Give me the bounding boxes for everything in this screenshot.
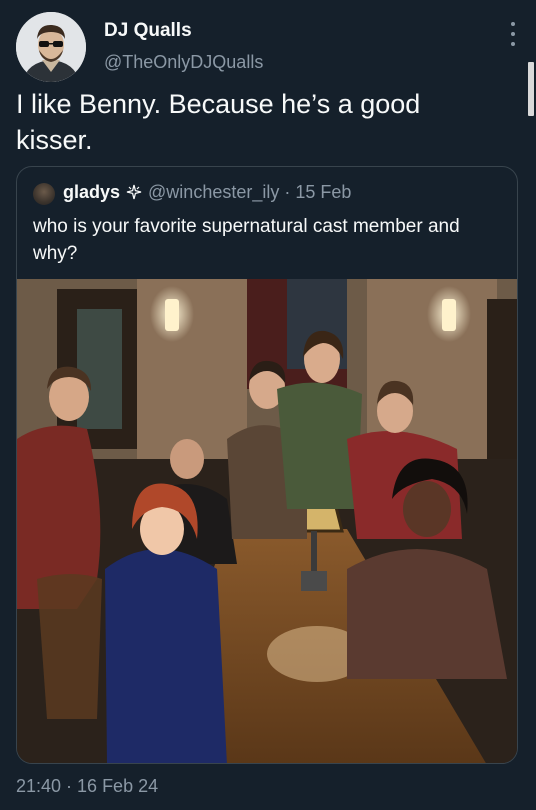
author-name[interactable]: DJ Qualls	[104, 20, 192, 42]
tweet-text: I like Benny. Because he’s a good kisser…	[16, 89, 421, 155]
quoted-tweet-text: who is your favorite supernatural cast m…	[33, 216, 460, 264]
author-handle[interactable]: @TheOnlyDJQualls	[104, 52, 263, 73]
sparkle-badge-icon	[126, 184, 142, 200]
scrollbar-thumb[interactable]	[528, 62, 534, 116]
quoted-header: gladys @winchester_ily · 15 Feb	[63, 182, 351, 203]
author-avatar[interactable]	[16, 12, 86, 82]
more-dot	[511, 32, 515, 36]
quoted-author-name[interactable]: gladys	[63, 182, 120, 202]
more-dot	[511, 42, 515, 46]
quoted-avatar[interactable]	[33, 183, 55, 205]
more-options-icon[interactable]	[510, 22, 516, 46]
quoted-tweet-card[interactable]: gladys @winchester_ily · 15 Feb who is yo…	[16, 166, 518, 764]
cast-photo[interactable]	[17, 279, 517, 764]
tweet-timestamp[interactable]: 21:40 · 16 Feb 24	[16, 776, 158, 797]
more-dot	[511, 22, 515, 26]
quoted-handle-date: @winchester_ily · 15 Feb	[148, 182, 352, 202]
